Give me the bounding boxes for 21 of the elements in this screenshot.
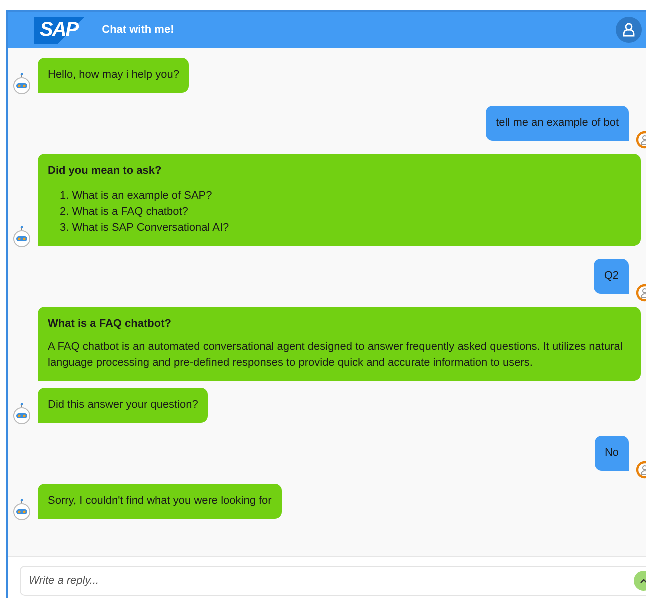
- robot-avatar-icon: [13, 73, 31, 95]
- message-bubble: Q2: [594, 259, 629, 294]
- reply-field[interactable]: Write a reply...: [20, 566, 646, 596]
- suggestion-item[interactable]: 1. What is an example of SAP?: [60, 188, 631, 204]
- robot-avatar-icon: [13, 403, 31, 425]
- message-title: What is a FAQ chatbot?: [48, 318, 172, 331]
- message-bubble: Hello, how may i help you?: [38, 58, 190, 93]
- account-button[interactable]: [616, 17, 642, 43]
- robot-avatar-icon: [13, 499, 31, 521]
- message-bubble: Sorry, I couldn't find what you were looking for: [38, 484, 282, 519]
- message-bubble: Did this answer your question?: [38, 388, 208, 423]
- suggestion-item[interactable]: 3. What is SAP Conversational AI?: [60, 220, 631, 236]
- message-text: A FAQ chatbot is an automated conversational agent designed to answer frequently asked questions. It utilizes natural language processing and pre-defined responses to provide quick and accurate information to users.: [48, 340, 624, 371]
- message-bubble: tell me an example of bot: [486, 106, 629, 141]
- robot-avatar-icon: [13, 226, 31, 248]
- message-title: Did you mean to ask?: [48, 165, 163, 178]
- suggestion-item[interactable]: 2. What is a FAQ chatbot?: [60, 204, 631, 220]
- chat-title: Chat with me!: [102, 24, 176, 36]
- chevron-up-icon: [640, 578, 646, 584]
- message-bubble: No: [594, 436, 629, 471]
- user-icon: [623, 23, 635, 37]
